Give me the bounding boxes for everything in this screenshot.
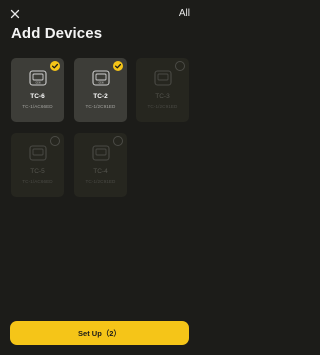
device-serial: TC-1/AC66ED — [22, 104, 53, 109]
device-serial: TC-1/2C91ED — [147, 104, 178, 109]
device-icon — [28, 145, 47, 161]
device-icon — [91, 145, 110, 161]
device-card-tc-2[interactable]: GEN TC-2 TC-1/2C91ED — [74, 58, 127, 122]
selected-check[interactable] — [50, 61, 60, 71]
device-name: TC-5 — [30, 168, 45, 175]
device-serial: TC-1/2C91ED — [85, 104, 116, 109]
setup-button[interactable]: Set Up（2） — [10, 321, 189, 345]
device-name: TC-6 — [30, 93, 45, 100]
close-icon — [10, 9, 20, 19]
unselected-check[interactable] — [113, 136, 123, 146]
device-icon: GEN — [28, 70, 47, 86]
device-icon: GEN — [91, 70, 110, 86]
device-icon — [153, 70, 172, 86]
device-card-tc-6[interactable]: GEN TC-6 TC-1/AC66ED — [11, 58, 64, 122]
unselected-check[interactable] — [50, 136, 60, 146]
device-card-tc-5[interactable]: TC-5 TC-1/AC66ED — [11, 133, 64, 197]
checkmark-icon — [114, 63, 122, 69]
device-name: TC-2 — [93, 93, 108, 100]
device-name: TC-3 — [155, 93, 170, 100]
select-all-button[interactable]: All — [179, 8, 190, 20]
add-devices-screen: All Add Devices GEN TC-6 TC-1/AC66ED GEN… — [0, 0, 200, 355]
device-card-tc-3[interactable]: TC-3 TC-1/2C91ED — [136, 58, 189, 122]
device-name: TC-4 — [93, 168, 108, 175]
device-icon-label: GEN — [98, 82, 103, 85]
close-button[interactable] — [7, 6, 23, 22]
device-card-tc-4[interactable]: TC-4 TC-1/2C91ED — [74, 133, 127, 197]
device-serial: TC-1/2C91ED — [85, 179, 116, 184]
checkmark-icon — [51, 63, 59, 69]
device-icon-label: GEN — [35, 82, 40, 85]
selected-check[interactable] — [113, 61, 123, 71]
device-serial: TC-1/AC66ED — [22, 179, 53, 184]
unselected-check[interactable] — [175, 61, 185, 71]
page-title: Add Devices — [11, 25, 103, 42]
